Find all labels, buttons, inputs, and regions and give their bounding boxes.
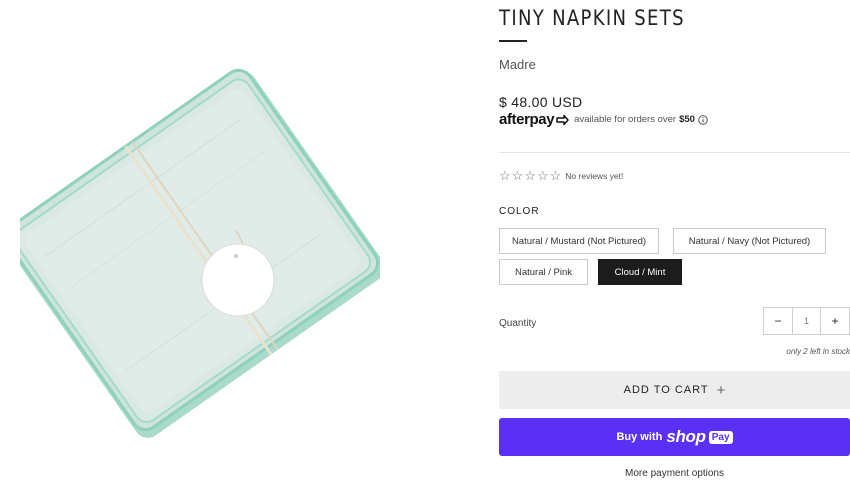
afterpay-logo-text: afterpay (499, 111, 555, 128)
quantity-input[interactable] (793, 308, 820, 334)
shop-pay-button[interactable]: Buy with shop Pay (499, 418, 850, 456)
product-info: TINY NAPKIN SETS Madre $ 48.00 USD after… (499, 0, 850, 493)
star-icon: ☆ (499, 168, 511, 183)
color-option-natural-navy[interactable]: Natural / Navy (Not Pictured) (673, 228, 826, 254)
reviews-summary[interactable]: ☆ ☆ ☆ ☆ ☆ No reviews yet! (499, 169, 623, 182)
product-vendor[interactable]: Madre (499, 57, 536, 72)
add-to-cart-button[interactable]: ADD TO CART + (499, 371, 850, 409)
product-gallery (0, 0, 440, 493)
afterpay-logo: afterpay (499, 111, 570, 128)
quantity-stepper: − + (763, 307, 850, 335)
more-payment-options-link[interactable]: More payment options (499, 468, 850, 479)
quantity-label: Quantity (499, 318, 537, 329)
afterpay-amount: $50 (679, 114, 695, 125)
plus-icon: + (716, 381, 726, 399)
shop-logo: shop (666, 427, 706, 446)
star-rating: ☆ ☆ ☆ ☆ ☆ (499, 169, 561, 182)
title-divider (499, 40, 527, 42)
star-icon: ☆ (511, 168, 524, 183)
afterpay-message: afterpay available for orders over $50 (499, 111, 708, 128)
quantity-decrease-button[interactable]: − (764, 308, 793, 334)
color-option-natural-pink[interactable]: Natural / Pink (499, 259, 588, 285)
section-divider (499, 152, 850, 153)
color-option-natural-mustard[interactable]: Natural / Mustard (Not Pictured) (499, 228, 659, 254)
afterpay-text: available for orders over (574, 114, 677, 125)
product-title: TINY NAPKIN SETS (499, 6, 685, 30)
color-option-label: COLOR (499, 206, 540, 217)
star-icon: ☆ (549, 168, 562, 183)
color-option-cloud-mint[interactable]: Cloud / Mint (598, 259, 682, 285)
reviews-count-text: No reviews yet! (565, 170, 624, 181)
stock-notice: only 2 left in stock (786, 347, 850, 356)
info-icon[interactable] (698, 114, 708, 125)
quantity-increase-button[interactable]: + (820, 308, 849, 334)
star-icon: ☆ (536, 168, 549, 183)
pay-badge: Pay (708, 430, 733, 444)
star-icon: ☆ (524, 168, 536, 183)
product-image[interactable] (20, 60, 380, 480)
product-price: $ 48.00 USD (499, 94, 583, 110)
afterpay-arrows-icon (556, 114, 569, 125)
buy-with-label: Buy with (616, 431, 663, 443)
add-to-cart-label: ADD TO CART (623, 384, 709, 396)
